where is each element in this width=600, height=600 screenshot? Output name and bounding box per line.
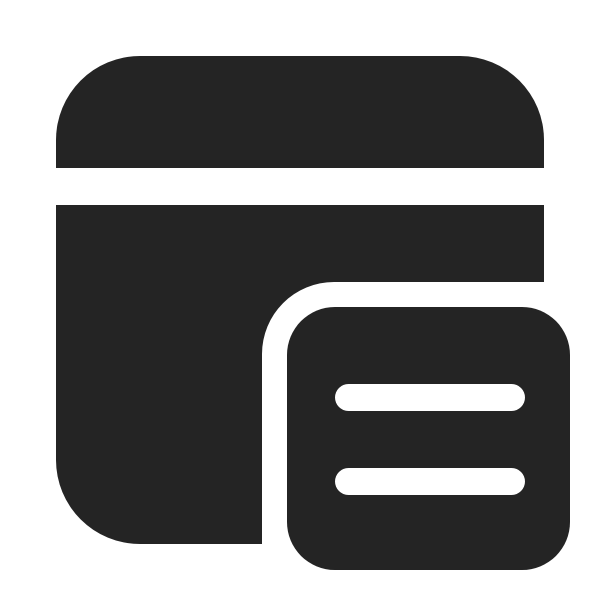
list-badge <box>287 307 570 570</box>
icon-canvas <box>0 0 600 600</box>
list-line-top <box>335 384 525 411</box>
list-line-bottom <box>335 468 525 495</box>
app-window-with-list-icon <box>56 56 570 570</box>
window-title-bar <box>56 56 544 168</box>
